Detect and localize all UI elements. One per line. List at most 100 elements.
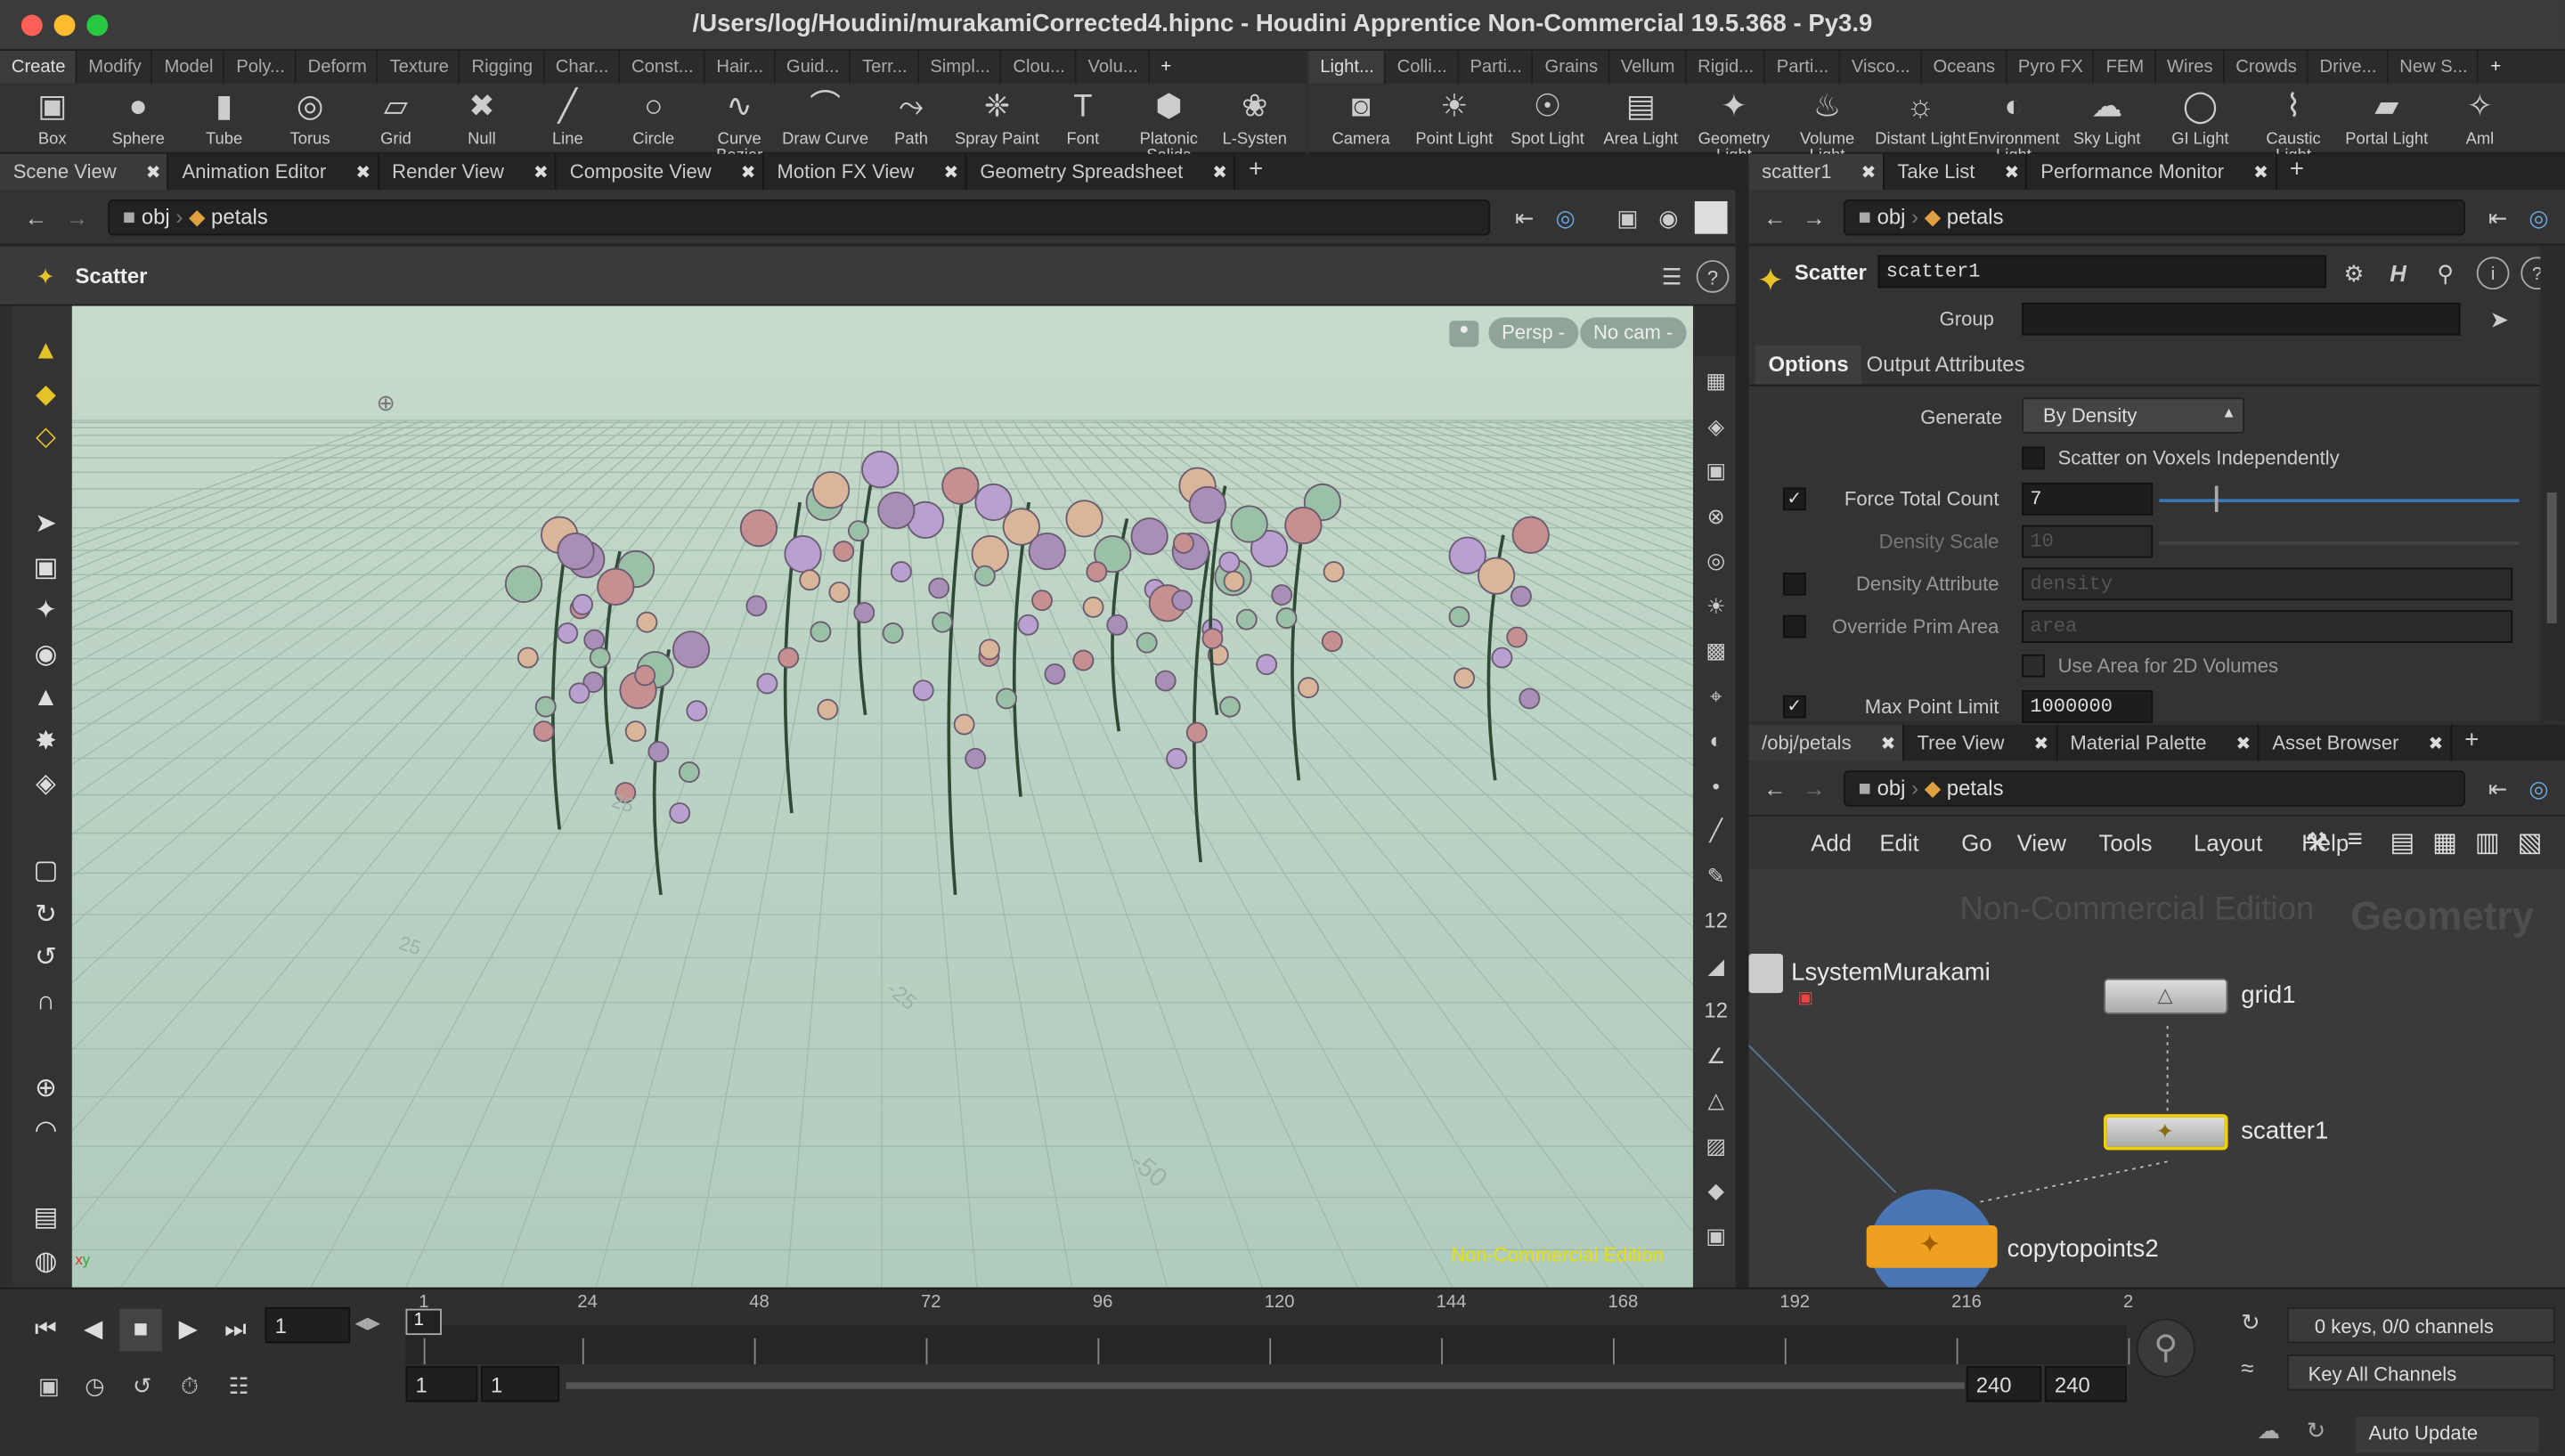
- range-icon[interactable]: ☷: [223, 1370, 256, 1403]
- pane-tab[interactable]: Asset Browser ✖: [2260, 724, 2452, 761]
- force-total-count-slider[interactable]: [2159, 499, 2520, 502]
- force-total-count-field[interactable]: 7: [2022, 482, 2154, 516]
- shelf-tool-area-light[interactable]: ▤ Area Light: [1595, 84, 1687, 149]
- range-slider[interactable]: [566, 1382, 1965, 1389]
- pin-icon[interactable]: ⇤: [2481, 772, 2514, 805]
- close-tab-icon[interactable]: ✖: [2236, 735, 2252, 754]
- close-tab-icon[interactable]: ✖: [1212, 164, 1227, 183]
- shelf-tab[interactable]: Modify: [77, 50, 153, 84]
- breadcrumb-petals[interactable]: petals: [1947, 776, 2004, 801]
- playback-start-field[interactable]: 1: [480, 1365, 560, 1403]
- viewport-tool-icon[interactable]: ↻: [26, 896, 65, 935]
- viewport-tool-icon[interactable]: ✦: [26, 592, 65, 631]
- back-arrow-icon[interactable]: ←: [20, 201, 53, 234]
- shelf-tab[interactable]: Terr...: [851, 50, 919, 84]
- shelf-tool-box[interactable]: ▣ Box: [6, 84, 98, 149]
- shelf-tab[interactable]: Create: [0, 50, 77, 84]
- jump-start-icon[interactable]: ⏮: [25, 1309, 68, 1352]
- shelf-tool-portal-light[interactable]: ▰ Portal Light: [2341, 84, 2432, 149]
- stop-icon[interactable]: ■: [119, 1308, 162, 1352]
- shelf-tool-camera[interactable]: ◙ Camera: [1315, 84, 1407, 149]
- pane-tab[interactable]: Performance Monitor ✖: [2028, 153, 2277, 191]
- network-editor[interactable]: Add Edit Go View Tools Layout Help ⚒ ≡ ▤ ▦ ▥ ▧ Non-C…: [1748, 816, 2565, 1288]
- forward-arrow-icon[interactable]: →: [1798, 772, 1831, 805]
- shelf-tab[interactable]: Guid...: [775, 50, 851, 84]
- shelf-tab[interactable]: Simpl...: [918, 50, 1002, 84]
- breadcrumb-obj[interactable]: obj: [142, 205, 170, 230]
- pane-tab[interactable]: Animation Editor ✖: [169, 153, 379, 191]
- help-icon[interactable]: ?: [1696, 260, 1730, 293]
- viewport-display-icon[interactable]: ▣: [1698, 453, 1733, 489]
- shelf-tab[interactable]: Grains: [1534, 50, 1609, 84]
- viewport-display-icon[interactable]: ∠: [1698, 1038, 1733, 1074]
- density-scale-field[interactable]: 10: [2022, 525, 2154, 558]
- pin-icon[interactable]: ⇤: [2481, 201, 2514, 234]
- close-tab-icon[interactable]: ✖: [2004, 164, 2019, 183]
- use-area-2d-checkbox[interactable]: [2022, 654, 2045, 678]
- range-end-field[interactable]: 240: [2044, 1365, 2127, 1403]
- viewport-tool-icon[interactable]: ◠: [26, 1112, 65, 1151]
- pane-tab[interactable]: Motion FX View ✖: [764, 153, 967, 191]
- close-tab-icon[interactable]: ✖: [533, 164, 549, 183]
- hierarchy-icon[interactable]: ☰: [1656, 260, 1689, 293]
- forward-arrow-icon[interactable]: →: [1798, 201, 1831, 234]
- shelf-tool-spot-light[interactable]: ☉ Spot Light: [1502, 84, 1593, 149]
- fps-icon[interactable]: ⏱: [174, 1370, 207, 1403]
- close-tab-icon[interactable]: ✖: [355, 164, 370, 183]
- shelf-tab[interactable]: Parti...: [1765, 50, 1841, 84]
- shelf-tool-distant-light[interactable]: ☼ Distant Light: [1875, 84, 1966, 149]
- pin-icon[interactable]: ⇤: [1508, 201, 1541, 234]
- scene-path-breadcrumb[interactable]: ■ obj › ◆ petals: [108, 199, 1491, 236]
- shelf-tool-torus[interactable]: ◎ Torus: [265, 84, 356, 149]
- shelf-tool-draw-curve[interactable]: ⌒ Draw Curve: [779, 84, 871, 149]
- viewport-display-icon[interactable]: ◐: [1698, 723, 1733, 759]
- viewport-tool-icon[interactable]: ∩: [26, 982, 65, 1021]
- close-tab-icon[interactable]: ✖: [2253, 164, 2268, 183]
- shelf-tab[interactable]: Pyro FX: [2007, 50, 2095, 84]
- shelf-tool-font[interactable]: T Font: [1037, 84, 1128, 149]
- viewport-display-icon[interactable]: ╱: [1698, 813, 1733, 849]
- viewport-tool-icon[interactable]: ▢: [26, 852, 65, 891]
- sync-icon[interactable]: ↻: [2241, 1309, 2274, 1342]
- lsystem-node[interactable]: [1748, 954, 1784, 994]
- add-shelf-tab-icon[interactable]: +: [2479, 51, 2511, 84]
- shelf-tab[interactable]: Volu...: [1077, 50, 1150, 84]
- keys-channels-menu[interactable]: 0 keys, 0/0 channels: [2286, 1306, 2555, 1344]
- shelf-tool-grid[interactable]: ▱ Grid: [350, 84, 442, 149]
- scatter1-node[interactable]: ✦: [2103, 1114, 2228, 1151]
- viewport-display-icon[interactable]: ◎: [1698, 543, 1733, 579]
- viewport-display-icon[interactable]: ▨: [1698, 1128, 1733, 1164]
- gear-icon[interactable]: ⚙: [2338, 256, 2371, 289]
- shading-icon[interactable]: ◉: [1652, 201, 1685, 234]
- parameter-path-breadcrumb[interactable]: ■ obj › ◆ petals: [1843, 199, 2465, 236]
- node-label-lsystem[interactable]: LsystemMurakami: [1791, 959, 1991, 987]
- viewport-display-icon[interactable]: ▣: [1698, 1218, 1733, 1254]
- search-icon[interactable]: ⚲: [2429, 256, 2462, 289]
- shelf-tab[interactable]: Vellum: [1609, 50, 1687, 84]
- viewport-display-icon[interactable]: 12: [1698, 903, 1733, 939]
- slider-handle[interactable]: [2214, 485, 2219, 513]
- shelf-tab[interactable]: Deform: [297, 50, 379, 84]
- viewport-display-icon[interactable]: ◆: [1698, 1173, 1733, 1208]
- pane-tab[interactable]: Composite View ✖: [557, 153, 764, 191]
- viewport-tool-icon[interactable]: ◍: [26, 1242, 65, 1281]
- pane-tab[interactable]: Scene View ✖: [0, 153, 169, 191]
- override-prim-area-field[interactable]: area: [2022, 610, 2513, 643]
- playback-end-field[interactable]: 240: [1966, 1365, 2042, 1403]
- viewport-tool-icon[interactable]: ▣: [26, 549, 65, 588]
- group-field[interactable]: [2022, 302, 2461, 336]
- link-icon[interactable]: ◎: [1549, 201, 1582, 234]
- viewport-tool-icon[interactable]: ➤: [26, 506, 65, 545]
- play-forward-icon[interactable]: ▶: [167, 1309, 209, 1352]
- close-tab-icon[interactable]: ✖: [2034, 735, 2049, 754]
- density-attribute-field[interactable]: density: [2022, 567, 2513, 601]
- pane-tab[interactable]: Take List ✖: [1885, 153, 2028, 191]
- shelf-tab[interactable]: Light...: [1308, 50, 1386, 84]
- add-shelf-tab-icon[interactable]: +: [1150, 51, 1182, 84]
- pane-divider[interactable]: [1735, 153, 1749, 1288]
- node-name-field[interactable]: scatter1: [1877, 255, 2326, 289]
- viewport-display-icon[interactable]: ◈: [1698, 408, 1733, 443]
- shelf-tab[interactable]: FEM: [2095, 50, 2156, 84]
- add-tab-icon[interactable]: +: [2276, 154, 2310, 190]
- shelf-tool-line[interactable]: ╱ Line: [522, 84, 614, 149]
